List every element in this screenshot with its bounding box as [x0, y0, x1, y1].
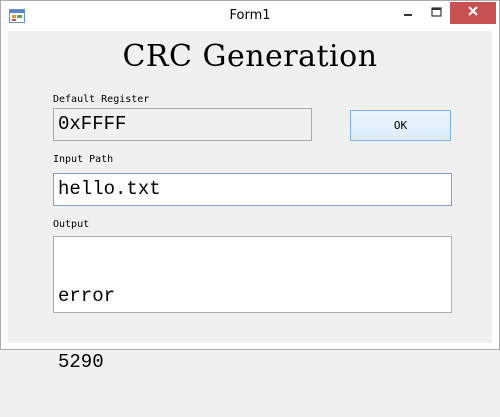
output-line: error: [58, 285, 116, 307]
output-label: Output: [53, 219, 90, 230]
close-button[interactable]: [450, 2, 496, 24]
title-bar[interactable]: Form1: [1, 1, 499, 31]
close-icon: [467, 4, 479, 22]
page-title: CRC Generation: [122, 39, 378, 74]
default-register-label: Default Register: [53, 94, 150, 105]
form-window: Form1 CRC Generation Default Register 0x…: [0, 0, 500, 373]
input-path-field[interactable]: hello.txt: [53, 173, 452, 206]
minimize-icon: [403, 4, 413, 22]
output-textarea[interactable]: error 5290: [53, 236, 452, 373]
form-client-area: CRC Generation Default Register 0xFFFF O…: [8, 31, 492, 373]
output-line: 5290: [58, 351, 104, 373]
ok-button[interactable]: OK: [350, 110, 451, 141]
input-path-label: Input Path: [53, 154, 114, 165]
default-register-field[interactable]: 0xFFFF: [53, 108, 312, 141]
minimize-button[interactable]: [394, 2, 422, 24]
maximize-button[interactable]: [422, 2, 450, 24]
maximize-icon: [430, 4, 442, 22]
